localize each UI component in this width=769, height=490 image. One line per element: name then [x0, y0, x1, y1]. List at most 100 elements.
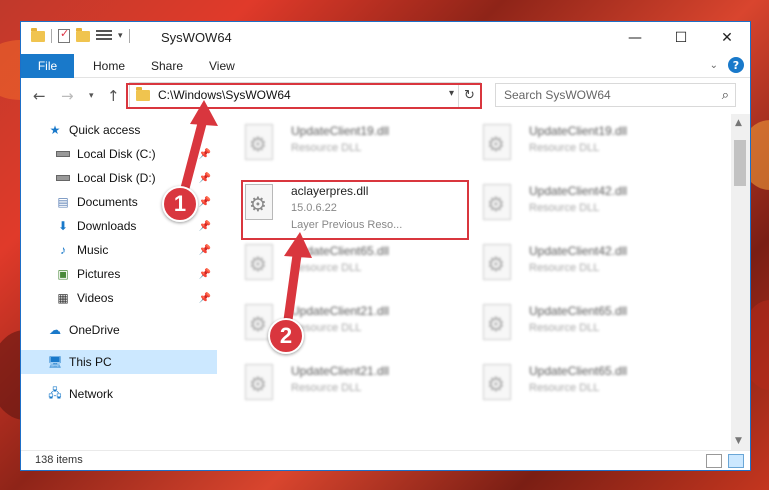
refresh-icon[interactable]: ↻: [458, 83, 480, 107]
file-name: aclayerpres.dll: [291, 184, 369, 198]
nav-item-label: Network: [69, 387, 114, 401]
nav-item-onedrive[interactable]: ☁ OneDrive: [21, 318, 217, 342]
nav-item-label: Local Disk (D:): [77, 171, 156, 185]
callout-step-two: 2: [268, 318, 304, 354]
dll-file-icon: ⚙: [241, 122, 281, 168]
nav-item-label: Quick access: [69, 123, 141, 137]
nav-item-videos[interactable]: ▦ Videos 📌: [21, 286, 217, 310]
dll-file-icon: ⚙: [479, 182, 519, 228]
pin-icon[interactable]: 📌: [199, 293, 211, 304]
maximize-button[interactable]: ☐: [658, 22, 704, 54]
address-field[interactable]: C:\Windows\SysWOW64 ▾ ↻: [129, 82, 481, 108]
tab-file[interactable]: File: [21, 54, 74, 78]
nav-item-pictures[interactable]: ▣ Pictures 📌: [21, 262, 217, 286]
customize-icon[interactable]: [96, 30, 112, 42]
expand-ribbon-icon[interactable]: ⌄: [710, 60, 718, 71]
scroll-down-icon[interactable]: ▼: [735, 436, 742, 446]
ribbon-controls: ⌄ ?: [710, 57, 744, 73]
pictures-icon: ▣: [57, 267, 69, 281]
minimize-button[interactable]: —: [612, 22, 658, 54]
pin-icon[interactable]: 📌: [199, 149, 211, 160]
nav-item-local-disk-d[interactable]: Local Disk (D:) 📌: [21, 166, 217, 190]
nav-item-label: Documents: [77, 195, 138, 209]
nav-item-local-disk-c[interactable]: Local Disk (C:) 📌: [21, 142, 217, 166]
tiles-view-icon[interactable]: [728, 454, 744, 468]
scrollbar-thumb[interactable]: [734, 140, 746, 186]
file-tile[interactable]: ⚙ UpdateClient19.dll Resource DLL: [479, 122, 709, 174]
folder-icon[interactable]: [31, 27, 45, 42]
divider: [128, 29, 130, 43]
computer-icon: 🖥: [47, 355, 63, 369]
nav-item-quick-access[interactable]: ★ Quick access: [21, 118, 217, 142]
window-title: SysWOW64: [161, 30, 232, 45]
pin-icon[interactable]: 📌: [199, 173, 211, 184]
help-icon[interactable]: ?: [728, 57, 744, 73]
file-tile[interactable]: ⚙ UpdateClient19.dll Resource DLL: [241, 122, 471, 174]
file-version: 15.0.6.22: [291, 202, 337, 214]
new-folder-icon[interactable]: [76, 27, 90, 42]
chevron-down-icon[interactable]: ▾: [449, 88, 454, 99]
title-bar: ▾ SysWOW64 — ☐ ✕: [21, 22, 750, 54]
nav-item-label: Local Disk (C:): [77, 147, 156, 161]
file-description: Resource DLL: [291, 142, 362, 154]
dll-file-icon: ⚙: [241, 362, 281, 408]
qat-dropdown-icon[interactable]: ▾: [118, 31, 123, 41]
file-tile[interactable]: ⚙ UpdateClient65.dll Resource DLL: [479, 302, 709, 354]
file-tile[interactable]: ⚙ UpdateClient21.dll Resource DLL: [241, 362, 471, 414]
caption-buttons: — ☐ ✕: [612, 22, 750, 54]
vertical-scrollbar[interactable]: ▲ ▼: [731, 114, 750, 450]
drive-icon: [55, 147, 71, 161]
tab-home[interactable]: Home: [93, 59, 125, 73]
status-bar: 138 items: [21, 450, 750, 470]
file-tile[interactable]: ⚙ UpdateClient42.dll Resource DLL: [479, 182, 709, 234]
file-tile[interactable]: ⚙ UpdateClient65.dll Resource DLL: [241, 242, 471, 294]
nav-item-label: This PC: [69, 355, 112, 369]
file-tile[interactable]: ⚙ UpdateClient65.dll Resource DLL: [479, 362, 709, 414]
up-arrow-icon[interactable]: ↑: [107, 87, 120, 105]
address-bar-row: ← → ▾ ↑ C:\Windows\SysWOW64 ▾ ↻ Search S…: [21, 79, 750, 113]
close-button[interactable]: ✕: [704, 22, 750, 54]
back-arrow-icon[interactable]: ←: [33, 87, 46, 105]
item-count: 138 items: [35, 454, 83, 466]
cloud-icon: ☁: [49, 323, 61, 337]
search-icon[interactable]: ⌕: [722, 87, 729, 103]
tab-share[interactable]: Share: [151, 59, 183, 73]
dll-file-icon: ⚙: [479, 122, 519, 168]
dll-file-icon: ⚙: [241, 242, 281, 288]
explorer-window: ▾ SysWOW64 — ☐ ✕ File Home Share View ⌄ …: [20, 21, 751, 471]
dll-file-icon: ⚙: [479, 242, 519, 288]
file-description: Layer Previous Reso...: [291, 219, 403, 231]
file-description: Resource DLL: [291, 322, 362, 334]
file-description: Resource DLL: [529, 322, 600, 334]
details-view-icon[interactable]: [706, 454, 722, 468]
file-tile-aclayerpres[interactable]: ⚙ aclayerpres.dll 15.0.6.22 Layer Previo…: [241, 182, 471, 242]
dll-file-icon: ⚙: [479, 362, 519, 408]
file-tile[interactable]: ⚙ UpdateClient42.dll Resource DLL: [479, 242, 709, 294]
pin-icon[interactable]: 📌: [199, 245, 211, 256]
properties-icon[interactable]: [58, 27, 70, 43]
nav-item-network[interactable]: 🖧 Network: [21, 382, 217, 406]
forward-arrow-icon[interactable]: →: [61, 87, 74, 105]
tab-view[interactable]: View: [209, 59, 235, 73]
file-name: UpdateClient65.dll: [291, 244, 390, 258]
pin-icon[interactable]: 📌: [199, 269, 211, 280]
file-name: UpdateClient42.dll: [529, 244, 628, 258]
file-description: Resource DLL: [529, 262, 600, 274]
nav-item-this-pc[interactable]: 🖥 This PC: [21, 350, 217, 374]
nav-item-label: Downloads: [77, 219, 137, 233]
callout-step-one: 1: [162, 186, 198, 222]
scroll-up-icon[interactable]: ▲: [735, 118, 742, 128]
recent-locations-icon[interactable]: ▾: [89, 91, 94, 101]
ribbon-tabs: File Home Share View ⌄ ?: [21, 54, 750, 78]
file-name: UpdateClient21.dll: [291, 364, 390, 378]
pin-icon[interactable]: 📌: [199, 221, 211, 232]
file-name: UpdateClient65.dll: [529, 304, 628, 318]
pin-icon[interactable]: 📌: [199, 197, 211, 208]
document-icon: ▤: [57, 195, 69, 209]
nav-item-label: Videos: [77, 291, 114, 305]
file-description: Resource DLL: [529, 382, 600, 394]
nav-item-music[interactable]: ♪ Music 📌: [21, 238, 217, 262]
search-input[interactable]: Search SysWOW64 ⌕: [495, 83, 736, 107]
file-description: Resource DLL: [291, 382, 362, 394]
search-placeholder: Search SysWOW64: [504, 88, 611, 102]
